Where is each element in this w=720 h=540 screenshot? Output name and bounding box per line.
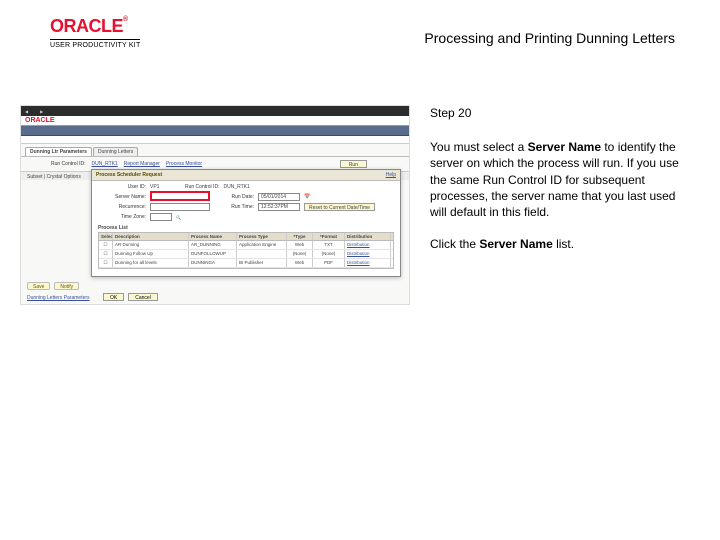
step-label: Step 20 bbox=[430, 105, 690, 121]
grid-row: ☐ Dunning for all levels DUNNINGA BI Pub… bbox=[99, 259, 393, 268]
server-name-label: Server Name: bbox=[98, 194, 146, 200]
report-manager-link[interactable]: Report Manager bbox=[124, 161, 160, 167]
dialog-title: Process Scheduler Request bbox=[96, 172, 162, 178]
tab-parameters[interactable]: Dunning Ltr Parameters bbox=[25, 147, 92, 156]
lookup-icon[interactable]: 🔍 bbox=[176, 215, 181, 220]
process-list-title: Process List bbox=[98, 225, 394, 231]
embedded-screenshot: ◀▶ ORACLE Dunning Ltr Parameters Dunning… bbox=[20, 105, 410, 305]
run-control-id-value: DUN_RTK1 bbox=[223, 184, 249, 190]
run-date-field[interactable]: 05/01/2014 bbox=[258, 193, 300, 201]
col-process-type: Process Type bbox=[237, 233, 287, 240]
select-checkbox[interactable]: ☐ bbox=[99, 250, 113, 258]
col-format: *Format bbox=[313, 233, 345, 240]
select-checkbox[interactable]: ☐ bbox=[99, 241, 113, 249]
help-link[interactable]: Help bbox=[386, 172, 396, 178]
process-list-grid: Select Description Process Name Process … bbox=[98, 232, 394, 269]
calendar-icon[interactable]: 📅 bbox=[304, 194, 310, 200]
page-footer: Save Notify bbox=[27, 282, 79, 290]
instruction-action: Click the Server Name list. bbox=[430, 236, 690, 252]
col-type: *Type bbox=[287, 233, 313, 240]
timezone-label: Time Zone: bbox=[98, 214, 146, 220]
browser-chrome: ◀▶ bbox=[21, 106, 409, 116]
page-title: Processing and Printing Dunning Letters bbox=[424, 30, 675, 46]
recurrence-label: Recurrence: bbox=[98, 204, 146, 210]
timezone-field[interactable] bbox=[150, 213, 172, 221]
save-button[interactable]: Save bbox=[27, 282, 50, 290]
user-id-label: User ID: bbox=[98, 184, 146, 190]
grid-row: ☐ Dunning Follow Up DUNFOLLOWUP (None) (… bbox=[99, 250, 393, 259]
col-distribution: Distribution bbox=[345, 233, 391, 240]
cancel-button[interactable]: Cancel bbox=[128, 293, 158, 301]
run-control-value: DUN_RTK1 bbox=[91, 161, 117, 167]
brand-logo: ORACLE® USER PRODUCTIVITY KIT bbox=[50, 16, 140, 49]
dialog-title-bar: Process Scheduler Request Help bbox=[92, 170, 400, 181]
process-scheduler-dialog: Process Scheduler Request Help User ID: … bbox=[91, 169, 401, 277]
select-checkbox[interactable]: ☐ bbox=[99, 259, 113, 267]
server-name-list[interactable] bbox=[150, 191, 210, 201]
reset-datetime-button[interactable]: Reset to Current Date/Time bbox=[304, 203, 375, 211]
run-control-label: Run Control ID: bbox=[51, 161, 85, 167]
page-tabs: Dunning Ltr Parameters Dunning Letters bbox=[21, 144, 409, 156]
run-time-label: Run Time: bbox=[214, 204, 254, 210]
bottom-link[interactable]: Dunning Letters Parameters bbox=[27, 295, 90, 301]
ok-button[interactable]: OK bbox=[103, 293, 124, 301]
dialog-buttons: OK Cancel bbox=[103, 293, 158, 301]
run-control-id-label: Run Control ID: bbox=[163, 184, 219, 190]
brand-subtitle: USER PRODUCTIVITY KIT bbox=[50, 39, 140, 49]
instruction-panel: Step 20 You must select a Server Name to… bbox=[430, 105, 690, 268]
col-select: Select bbox=[99, 233, 113, 240]
user-id-value: VP1 bbox=[150, 184, 159, 190]
run-button[interactable]: Run bbox=[340, 160, 367, 168]
app-brand: ORACLE bbox=[21, 116, 409, 126]
brand-wordmark: ORACLE® bbox=[50, 16, 140, 37]
run-date-label: Run Date: bbox=[214, 194, 254, 200]
grid-header: Select Description Process Name Process … bbox=[99, 233, 393, 241]
tab-letters[interactable]: Dunning Letters bbox=[93, 147, 138, 156]
recurrence-field[interactable] bbox=[150, 203, 210, 211]
instruction-body: You must select a Server Name to identif… bbox=[430, 139, 690, 220]
process-monitor-link[interactable]: Process Monitor bbox=[166, 161, 202, 167]
notify-button[interactable]: Notify bbox=[54, 282, 79, 290]
grid-row: ☐ AR Dunning AR_DUNNING Application Engi… bbox=[99, 241, 393, 250]
breadcrumbs bbox=[21, 136, 409, 144]
col-process-name: Process Name bbox=[189, 233, 237, 240]
run-time-field[interactable]: 12:52:37PM bbox=[258, 203, 300, 211]
col-description: Description bbox=[113, 233, 189, 240]
app-nav-bar bbox=[21, 126, 409, 136]
